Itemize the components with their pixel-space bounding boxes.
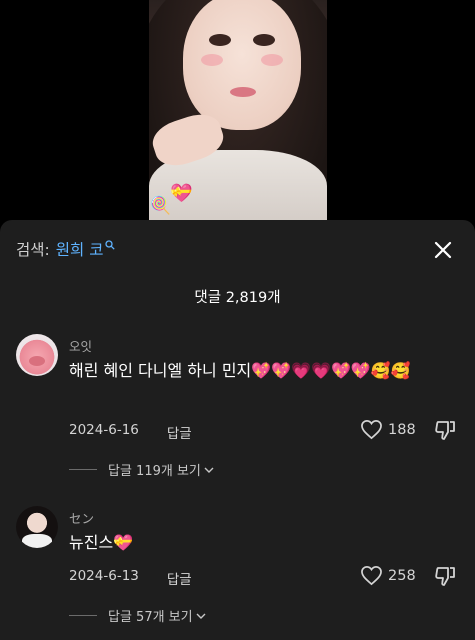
view-replies-button[interactable]: 답글 57개 보기 (69, 606, 206, 625)
replies-divider (69, 469, 97, 470)
comment-count-row: 댓글 2,819개 (0, 286, 475, 307)
search-prefix: 검색: (16, 241, 50, 259)
avatar[interactable] (16, 334, 58, 376)
view-replies-label: 답글 57개 보기 (108, 610, 193, 625)
comment-meta: 2024-6-13 답글 (69, 568, 192, 588)
thumbs-down-icon[interactable] (434, 419, 456, 441)
comment-username[interactable]: 오잇 (69, 336, 92, 355)
comment-username[interactable]: セン (69, 508, 94, 527)
comment-count: 댓글 2,819개 (194, 290, 281, 306)
lollipop-sticker: 🍭 (150, 196, 172, 216)
thumbs-down-icon[interactable] (434, 565, 456, 587)
search-row[interactable]: 검색: 원희 코 (16, 238, 116, 260)
close-icon[interactable] (433, 240, 453, 260)
like-button[interactable]: 258 (360, 565, 416, 586)
comment-text: 뉴진스💝 (69, 533, 134, 552)
heart-icon (361, 420, 382, 440)
avatar[interactable] (16, 506, 58, 548)
comments-sheet: 검색: 원희 코 댓글 2,819개 오잇 해린 혜인 다니엘 하니 민지💖💖💗… (0, 220, 475, 640)
chevron-down-icon (204, 467, 214, 473)
avatar-snout (29, 356, 45, 366)
view-replies-label: 답글 119개 보기 (108, 464, 201, 479)
heart-icon (361, 566, 382, 586)
chevron-down-icon (196, 613, 206, 619)
comment-date: 2024-6-16 (69, 422, 139, 438)
like-count: 188 (388, 421, 416, 438)
reply-button[interactable]: 답글 (167, 568, 192, 588)
search-icon (105, 240, 116, 250)
reply-button[interactable]: 답글 (167, 422, 192, 442)
like-count: 258 (388, 567, 416, 584)
comment-date: 2024-6-13 (69, 568, 139, 584)
comment-meta: 2024-6-16 답글 (69, 422, 192, 442)
blush (201, 54, 223, 66)
search-query[interactable]: 원희 코 (56, 238, 104, 260)
video-player[interactable]: 💝 🍭 (0, 0, 475, 232)
comment-text: 해린 혜인 다니엘 하니 민지💖💖💗💗💖💖🥰🥰 (69, 361, 411, 380)
eye (253, 34, 275, 46)
lips (230, 87, 256, 97)
eye (209, 34, 231, 46)
view-replies-button[interactable]: 답글 119개 보기 (69, 460, 214, 479)
replies-divider (69, 615, 97, 616)
blush (261, 54, 283, 66)
heart-sticker: 💝 (170, 183, 193, 204)
video-face (183, 0, 301, 130)
avatar-shirt (22, 534, 52, 548)
like-button[interactable]: 188 (360, 419, 416, 440)
